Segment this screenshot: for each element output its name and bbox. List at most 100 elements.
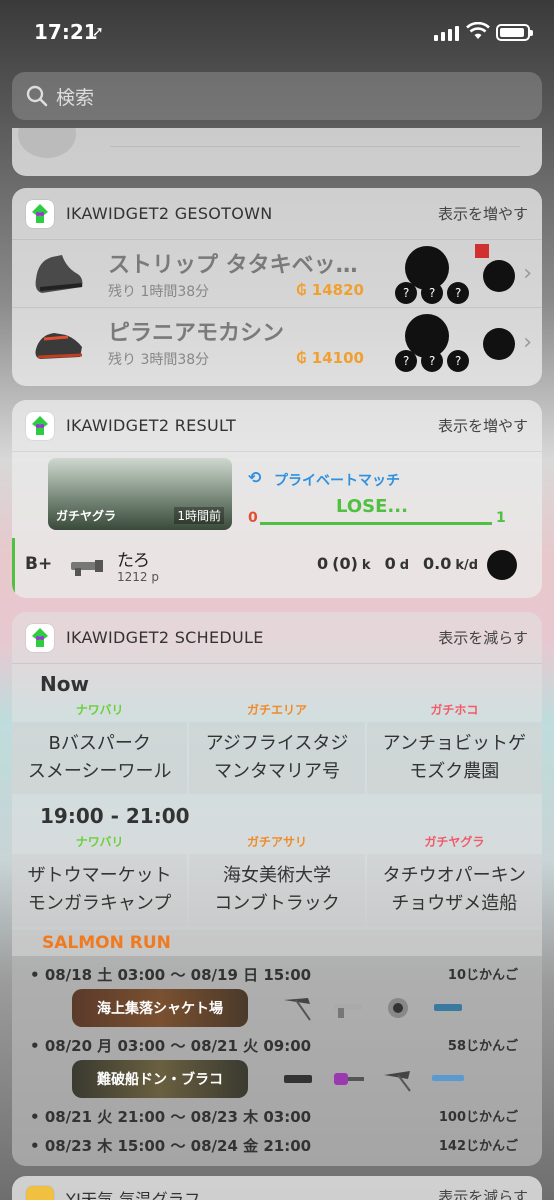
stage-name: モンガラキャンプ	[27, 893, 172, 914]
blaster-weapon-icon	[284, 1075, 312, 1083]
slosher-weapon-icon	[388, 998, 408, 1018]
player-rank: B+	[25, 554, 53, 574]
cellular-signal-icon	[434, 26, 459, 41]
score-right: 1	[496, 510, 506, 526]
battery-icon	[496, 24, 533, 41]
gesotown-widget: IKAWIDGET2 GESOTOWN 表示を増やす ストリップ タタキベッ… …	[12, 188, 542, 386]
score-left: 0	[248, 510, 258, 526]
gear-remaining: 残り 1時間38分	[108, 283, 210, 300]
widget-header: IKAWIDGET2 SCHEDULE 表示を減らす	[12, 612, 542, 664]
mode-label: ナワバリ	[75, 703, 124, 717]
gear-remaining: 残り 3時間38分	[108, 352, 210, 368]
salmon-shift[interactable]: • 08/23 木 15:00 〜 08/24 金 21:00 142じかんご	[12, 1135, 542, 1156]
brella-weapon-icon	[384, 1071, 411, 1092]
gear-item[interactable]: ストリップ タタキベッ… 残り 1時間38分 ₲ 14820 ? ? ? ›	[12, 240, 542, 308]
shooter-weapon-icon	[434, 1004, 462, 1011]
ikawidget-app-icon	[26, 199, 54, 228]
rotation-column: ガチホコ アンチョビットゲ モズク農園	[366, 698, 542, 794]
wifi-icon	[466, 22, 490, 39]
kills-label: k	[361, 558, 371, 573]
chevron-right-icon: ›	[523, 261, 532, 286]
shift-remaining: 142じかんご	[438, 1139, 518, 1154]
shooter-weapon-icon	[432, 1075, 464, 1081]
kills: 0	[317, 554, 329, 573]
schedule-widget: IKAWIDGET2 SCHEDULE 表示を減らす Now ナワバリ Bバスパ…	[12, 612, 542, 1166]
player-stats: 0 (0) k 0 d 0.0 k/d	[317, 554, 478, 573]
widget-header: IKAWIDGET2 GESOTOWN 表示を増やす	[12, 188, 542, 240]
player-row[interactable]: B+ たろ 1212 p 0 (0) k 0 d 0.0 k/d	[12, 538, 542, 598]
search-icon	[26, 85, 48, 107]
show-less-button[interactable]: 表示を減らす	[438, 1186, 528, 1200]
stage-name: ザトウマーケット	[27, 865, 172, 886]
next-schedule: ナワバリ ザトウマーケット モンガラキャンプ ガチアサリ 海女美術大学 コンブトラッ…	[12, 830, 542, 926]
battle-summary[interactable]: ガチヤグラ 1時間前 ⟲ プライベートマッチ LOSE... 0 1	[12, 452, 542, 538]
stage-pair[interactable]: Bバスパーク スメーシーワール	[12, 722, 188, 794]
now-schedule: ナワバリ Bバスパーク スメーシーワール ガチエリア アジフライスタジ マンタマリア…	[12, 698, 542, 794]
stage-pair[interactable]: アンチョビットゲ モズク農園	[366, 722, 542, 794]
show-less-button[interactable]: 表示を減らす	[438, 627, 528, 648]
location-arrow-icon: ➚	[92, 24, 104, 40]
deaths: 0	[384, 554, 396, 573]
widget-title: IKAWIDGET2 SCHEDULE	[66, 628, 264, 647]
stage-thumbnail: ガチヤグラ 1時間前	[48, 458, 232, 530]
next-time-label: 19:00 - 21:00	[40, 804, 190, 828]
match-type: プライベートマッチ	[274, 473, 400, 489]
stage-name: ガチヤグラ	[56, 509, 117, 523]
ikawidget-app-icon	[26, 411, 54, 440]
time-ago: 1時間前	[174, 507, 224, 524]
ability-icons: ? ? ?	[395, 243, 516, 304]
shift-period: • 08/21 火 21:00 〜 08/23 木 03:00	[30, 1108, 312, 1126]
stage-name: 海女美術大学	[222, 865, 331, 886]
special-weapon-icon	[487, 550, 517, 580]
shoe-icon	[35, 254, 83, 293]
stage-name: アジフライスタジ	[205, 733, 349, 754]
divider	[110, 146, 520, 147]
avatar	[18, 128, 76, 158]
search-placeholder: 検索	[56, 86, 95, 109]
stage-name: スメーシーワール	[27, 761, 172, 782]
gear-price: ₲ 14820	[296, 280, 364, 299]
show-more-button[interactable]: 表示を増やす	[438, 415, 528, 436]
mode-label: ガチホコ	[430, 703, 479, 717]
rotation-column: ナワバリ Bバスパーク スメーシーワール	[12, 698, 188, 794]
weather-app-icon	[26, 1186, 54, 1200]
rotation-column: ナワバリ ザトウマーケット モンガラキャンプ	[12, 830, 188, 926]
mode-label: ガチヤグラ	[424, 835, 485, 849]
salmon-shift[interactable]: • 08/21 火 21:00 〜 08/23 木 03:00 100じかんご	[12, 1106, 542, 1127]
shift-remaining: 58じかんご	[447, 1039, 518, 1054]
gear-item[interactable]: ピラニアモカシン 残り 3時間38分 ₲ 14100 ? ? ? ›	[12, 308, 542, 376]
salmon-shift[interactable]: • 08/20 月 03:00 〜 08/21 火 09:00 58じかんご	[12, 1035, 542, 1056]
search-field[interactable]: 検索	[12, 72, 542, 120]
weapon-icon	[71, 560, 103, 576]
stage-name: マンタマリア号	[213, 761, 340, 782]
stage-name: Bバスパーク	[48, 733, 151, 754]
shift-period: • 08/18 土 03:00 〜 08/19 日 15:00	[30, 966, 312, 984]
mode-label: ガチエリア	[246, 703, 307, 717]
shift-period: • 08/20 月 03:00 〜 08/21 火 09:00	[30, 1037, 312, 1055]
widget-header: IKAWIDGET2 RESULT 表示を増やす	[12, 400, 542, 452]
show-more-button[interactable]: 表示を増やす	[438, 203, 528, 224]
stage-pair[interactable]: 海女美術大学 コンブトラック	[189, 854, 365, 926]
stage-pair[interactable]: タチウオパーキン チョウザメ造船	[366, 854, 542, 926]
player-name: たろ	[117, 551, 150, 571]
stage-name: アンチョビットゲ	[382, 733, 526, 754]
stage-name: タチウオパーキン	[382, 865, 527, 886]
gear-name: ストリップ タタキベッ…	[108, 252, 358, 278]
partial-widget	[12, 128, 542, 176]
shoe-icon	[35, 333, 83, 359]
mode-label: ガチアサリ	[246, 835, 307, 849]
roller-weapon-icon	[334, 1073, 364, 1085]
kd-ratio: 0.0	[423, 554, 452, 573]
rotation-column: ガチアサリ 海女美術大学 コンブトラック	[189, 830, 365, 926]
gear-price: ₲ 14100	[296, 349, 364, 367]
salmon-shift[interactable]: • 08/18 土 03:00 〜 08/19 日 15:00 10じかんご	[12, 964, 542, 985]
salmon-stage-banner: 海上集落シャケト場	[72, 989, 248, 1027]
widget-header: YJ天気 気温グラフ 表示を減らす	[12, 1176, 542, 1200]
widget-title: YJ天気 気温グラフ	[66, 1190, 201, 1200]
now-label: Now	[40, 672, 89, 696]
status-time: 17:21	[34, 20, 98, 44]
result-widget: IKAWIDGET2 RESULT 表示を増やす ガチヤグラ 1時間前 ⟲ プラ…	[12, 400, 542, 598]
player-points: 1212 p	[117, 570, 159, 584]
stage-pair[interactable]: アジフライスタジ マンタマリア号	[189, 722, 365, 794]
stage-pair[interactable]: ザトウマーケット モンガラキャンプ	[12, 854, 188, 926]
